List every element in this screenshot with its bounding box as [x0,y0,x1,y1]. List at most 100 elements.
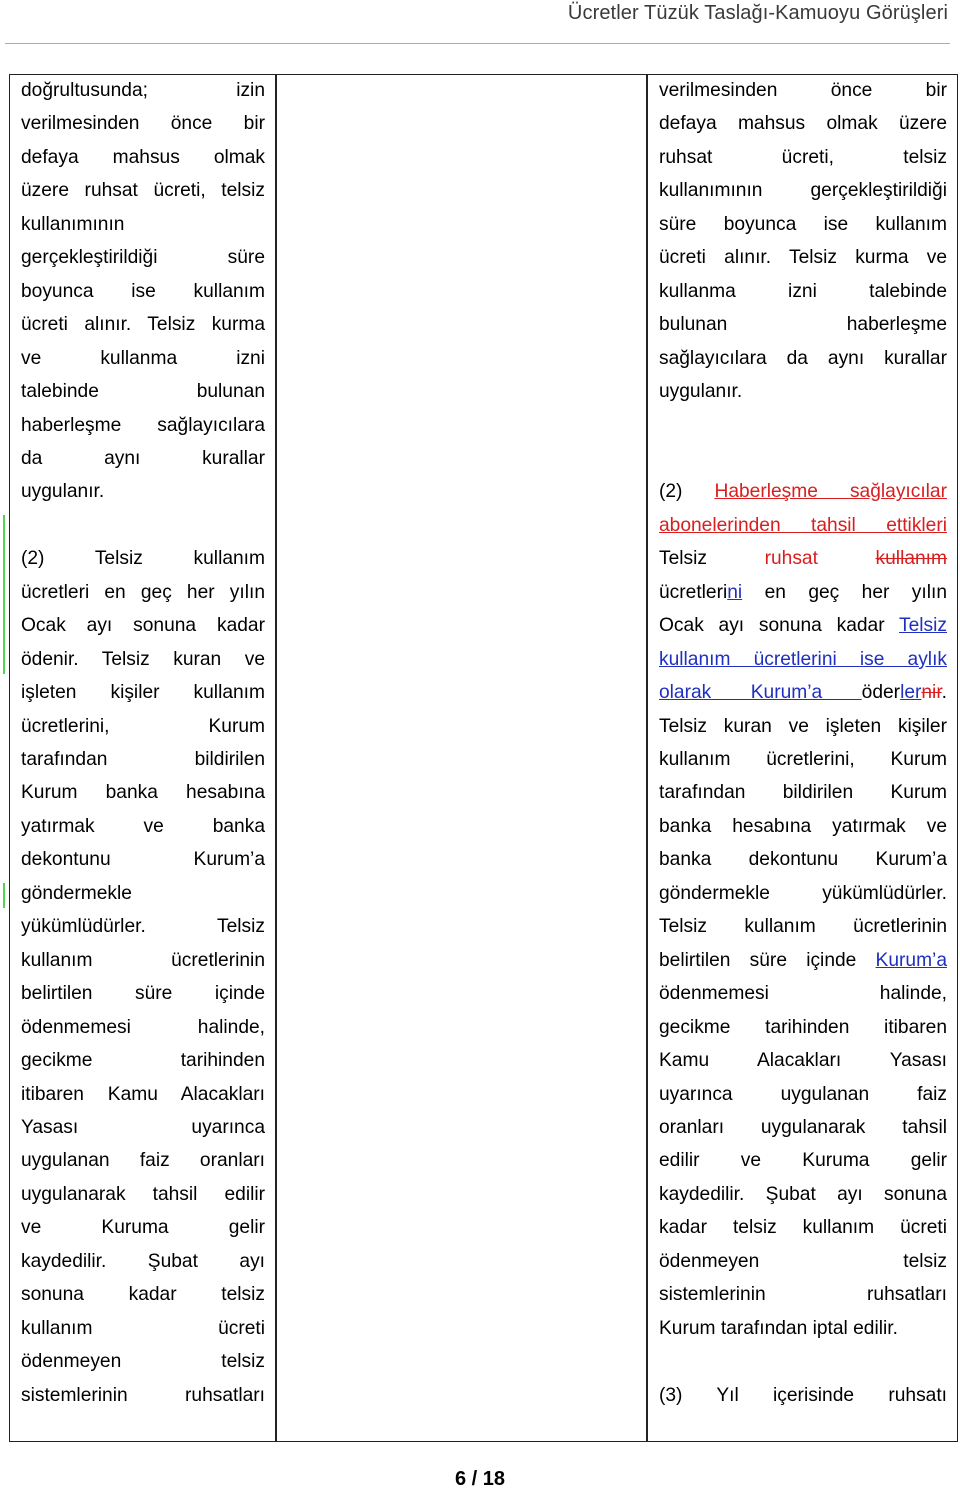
line-text: boyunca ise kullanım [21,280,265,302]
line-text: itibaren Kamu Alacakları [21,1083,265,1105]
line-text: da aynı kurallar [21,447,265,469]
original-text: verilmesinden önce bir [659,80,947,101]
text-line: gerçekleştirildiği süre [21,241,265,274]
column-divider-2 [646,74,648,1442]
text-line: boyunca ise kullanım [21,275,265,308]
original-text: öder [861,682,901,704]
original-text: en geç her yılın [742,581,947,603]
text-line: ruhsat ücreti, telsiz [659,141,947,174]
text-line: üzere ruhsat ücreti, telsiz [21,174,265,207]
original-text: sağlayıcılara da aynı kurallar [659,347,947,369]
original-text: (2) [659,481,715,503]
line-text: ücretleri en geç her yılın [21,581,265,603]
original-text: belirtilen süre içinde [659,949,876,971]
text-line: kaydedilir. Şubat ayı [21,1245,265,1278]
text-line: tarafından bildirilen Kurum [659,776,947,809]
line-text: uygulanan faiz oranları [21,1150,265,1172]
text-line: olarak Kurum’a öderlernir. [659,676,947,709]
original-text: göndermekle yükümlüdürler. [659,882,947,904]
original-text: banka hesabına yatırmak ve [659,815,947,837]
change-bar [3,514,5,675]
line-text: (2) Telsiz kullanım [21,548,265,570]
text-line: ücretlerini en geç her yılın [659,576,947,609]
line-text: gecikme tarihinden [21,1050,265,1072]
line-text: kullanım ücretlerinin [21,949,265,971]
text-line: defaya mahsus olmak [21,141,265,174]
text-line: kullanımının [21,208,265,241]
line-text: haberleşme sağlayıcılara [21,414,265,436]
text-line: ücreti alınır. Telsiz kurma [21,308,265,341]
change-bar [3,882,5,909]
text-line: kullanım ücretlerinin [21,944,265,977]
text-line: itibaren Kamu Alacakları [21,1078,265,1111]
text-line: Telsiz ruhsat kullanım [659,542,947,575]
line-text: ödenir. Telsiz kuran ve [21,648,265,670]
text-line: (3) Yıl içerisinde ruhsatı [659,1379,947,1412]
text-line: sistemlerinin ruhsatları [21,1379,265,1412]
original-text: kadar telsiz kullanım ücreti [659,1217,947,1239]
text-line: Kamu Alacakları Yasası [659,1044,947,1077]
text-line: bulunan haberleşme [659,308,947,341]
text-line: oranları uygulanarak tahsil [659,1111,947,1144]
original-text: kullanımının gerçekleştirildiği [659,180,947,202]
text-line: kaydedilir. Şubat ayı sonuna [659,1178,947,1211]
text-line: doğrultusunda; izin [21,74,265,107]
text-line: Telsiz kullanım ücretlerinin [659,910,947,943]
deleted-text: nir [921,682,942,704]
line-text: ücretlerini, Kurum [21,715,265,737]
text-line: yatırmak ve banka [21,810,265,843]
line-text: gerçekleştirildiği süre [21,247,265,269]
text-line: Ocak ayı sonuna kadar Telsiz [659,609,947,642]
inserted-text-blue: ni [727,581,743,603]
original-text: kullanma izni talebinde [659,280,947,302]
line-text: ücreti alınır. Telsiz kurma [21,314,265,336]
text-line: uygulanır. [659,375,947,408]
text-line: belirtilen süre içinde [21,977,265,1010]
line-text: kullanım ücreti [21,1317,265,1339]
inserted-text-blue: ler [900,682,922,704]
text-line: haberleşme sağlayıcılara [21,409,265,442]
line-text: işleten kişiler kullanım [21,682,265,704]
line-text: defaya mahsus olmak [21,146,265,168]
original-text: sistemlerinin ruhsatları [659,1284,947,1306]
line-text: ve Kuruma gelir [21,1217,265,1239]
text-line: kullanım ücreti [21,1312,265,1345]
original-text: (3) Yıl içerisinde ruhsatı [659,1384,947,1406]
column-divider-1 [275,74,277,1442]
text-line: ödenmeyen telsiz [659,1245,947,1278]
text-line: talebinde bulunan [21,375,265,408]
text-line: abonelerinden tahsil ettikleri [659,509,947,542]
original-text: oranları uygulanarak tahsil [659,1116,947,1138]
text-line: edilir ve Kuruma gelir [659,1144,947,1177]
text-line: Ocak ayı sonuna kadar [21,609,265,642]
inserted-text-red: abonelerinden tahsil ettikleri [659,514,947,536]
text-line: göndermekle yükümlüdürler. [659,877,947,910]
inserted-text-red: Haberleşme sağlayıcılar [714,481,947,503]
original-text: ücretleri [659,581,728,603]
line-text: sistemlerinin ruhsatları [21,1384,265,1406]
text-line: tarafından bildirilen [21,743,265,776]
line-text: yatırmak ve banka [21,815,265,837]
line-text: üzere ruhsat ücreti, telsiz [21,180,265,202]
line-text: Yasası uyarınca [21,1116,265,1138]
text-line: göndermekle [21,877,265,910]
text-line: (2) Haberleşme sağlayıcılar [659,475,947,508]
text-line: sağlayıcılara da aynı kurallar [659,342,947,375]
original-text: banka dekontunu Kurum’a [659,849,947,871]
line-text: kaydedilir. Şubat ayı [21,1250,265,1272]
text-line: dekontunu Kurum’a [21,843,265,876]
text-line: ödenmemesi halinde, [21,1011,265,1044]
original-text: edilir ve Kuruma gelir [659,1150,947,1172]
original-text: defaya mahsus olmak üzere [659,113,947,135]
text-line: gecikme tarihinden [21,1044,265,1077]
original-text: gecikme tarihinden itibaren [659,1016,947,1038]
line-text: uygulanır. [21,481,105,503]
text-line: gecikme tarihinden itibaren [659,1011,947,1044]
text-line: ve Kuruma gelir [21,1211,265,1244]
text-line: verilmesinden önce bir [659,74,947,107]
document-header-title: Ücretler Tüzük Taslağı-Kamuoyu Görüşleri [567,2,948,24]
text-line: uygulanan faiz oranları [21,1144,265,1177]
line-text: sonuna kadar telsiz [21,1284,265,1306]
text-line: sonuna kadar telsiz [21,1278,265,1311]
text-line: yükümlüdürler. Telsiz [21,910,265,943]
